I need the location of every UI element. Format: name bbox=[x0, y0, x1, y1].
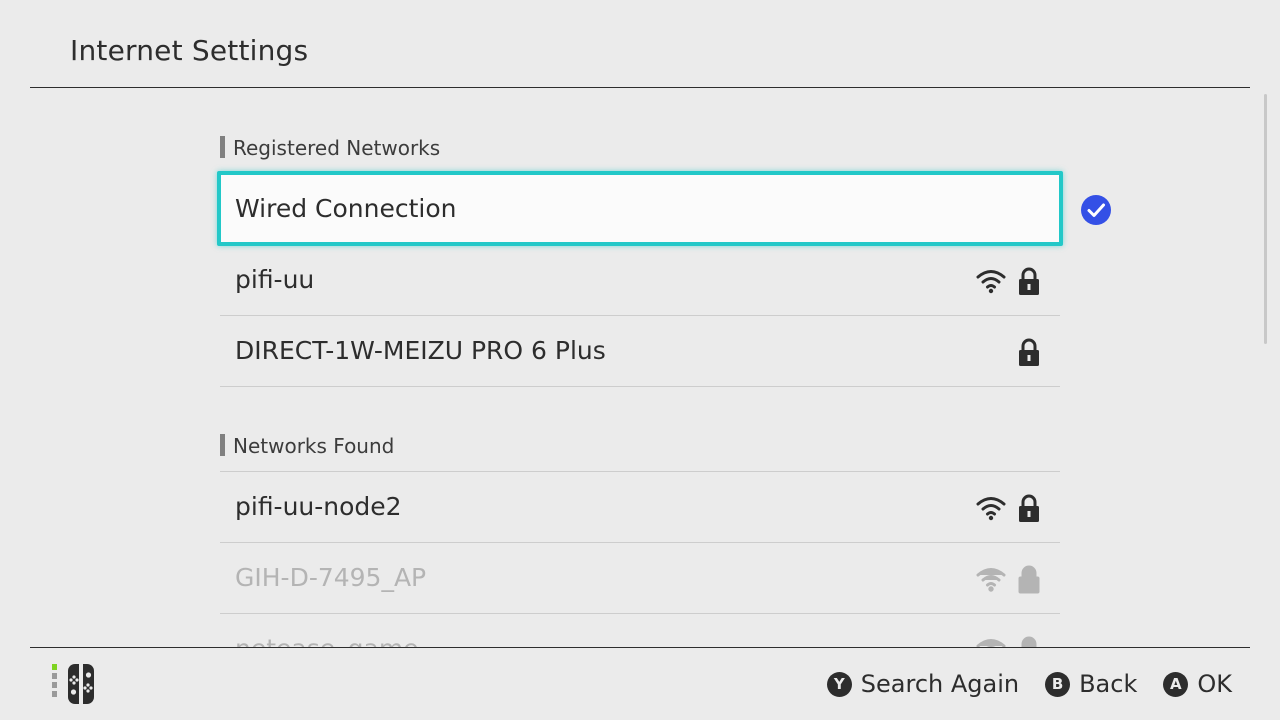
lock-icon bbox=[1018, 565, 1040, 594]
wifi-icon bbox=[976, 270, 1006, 294]
lock-icon bbox=[1019, 494, 1039, 522]
a-button-icon: A bbox=[1163, 671, 1189, 697]
header: Internet Settings bbox=[0, 0, 1280, 88]
network-name: Wired Connection bbox=[235, 194, 457, 223]
lock-icon bbox=[1019, 267, 1039, 295]
network-row-pifi-uu[interactable]: pifi-uu bbox=[220, 245, 1060, 316]
y-button-icon: Y bbox=[826, 671, 852, 697]
joycon-controller-icon bbox=[52, 664, 94, 704]
ok-button[interactable]: A OK bbox=[1163, 670, 1232, 698]
network-row-pifi-uu-node2[interactable]: pifi-uu-node2 bbox=[220, 471, 1060, 543]
network-name: pifi-uu bbox=[235, 265, 315, 294]
footer-actions: Y Search Again B Back A OK bbox=[826, 648, 1232, 720]
b-button-icon: B bbox=[1045, 671, 1071, 697]
network-name: pifi-uu-node2 bbox=[235, 492, 402, 521]
ok-label: OK bbox=[1197, 670, 1232, 698]
page-title: Internet Settings bbox=[70, 34, 309, 67]
network-list: Registered Networks Wired Connection pif… bbox=[0, 88, 1280, 647]
network-row-direct-meizu[interactable]: DIRECT-1W-MEIZU PRO 6 Plus bbox=[220, 316, 1060, 387]
back-label: Back bbox=[1079, 670, 1138, 698]
back-button[interactable]: B Back bbox=[1045, 670, 1137, 698]
network-name: DIRECT-1W-MEIZU PRO 6 Plus bbox=[235, 336, 606, 365]
search-again-label: Search Again bbox=[860, 670, 1020, 698]
network-row-gih-d-7495[interactable]: GIH-D-7495_AP bbox=[220, 543, 1060, 614]
network-name: GIH-D-7495_AP bbox=[235, 563, 427, 592]
lock-icon bbox=[1019, 338, 1039, 366]
search-again-button[interactable]: Y Search Again bbox=[826, 670, 1020, 698]
network-row-netease-game[interactable]: netease_game bbox=[220, 614, 1060, 647]
wifi-icon bbox=[976, 568, 1006, 592]
wifi-icon bbox=[976, 497, 1006, 521]
lock-icon bbox=[1021, 636, 1037, 647]
section-title-found: Networks Found bbox=[220, 434, 394, 458]
network-row-wired-connection[interactable]: Wired Connection bbox=[217, 171, 1063, 246]
wifi-icon bbox=[976, 639, 1006, 647]
connected-check-icon bbox=[1081, 195, 1111, 225]
section-title-registered: Registered Networks bbox=[220, 136, 440, 160]
footer: Y Search Again B Back A OK bbox=[0, 648, 1280, 720]
scrollbar[interactable] bbox=[1264, 94, 1267, 344]
network-name: netease_game bbox=[235, 614, 419, 647]
